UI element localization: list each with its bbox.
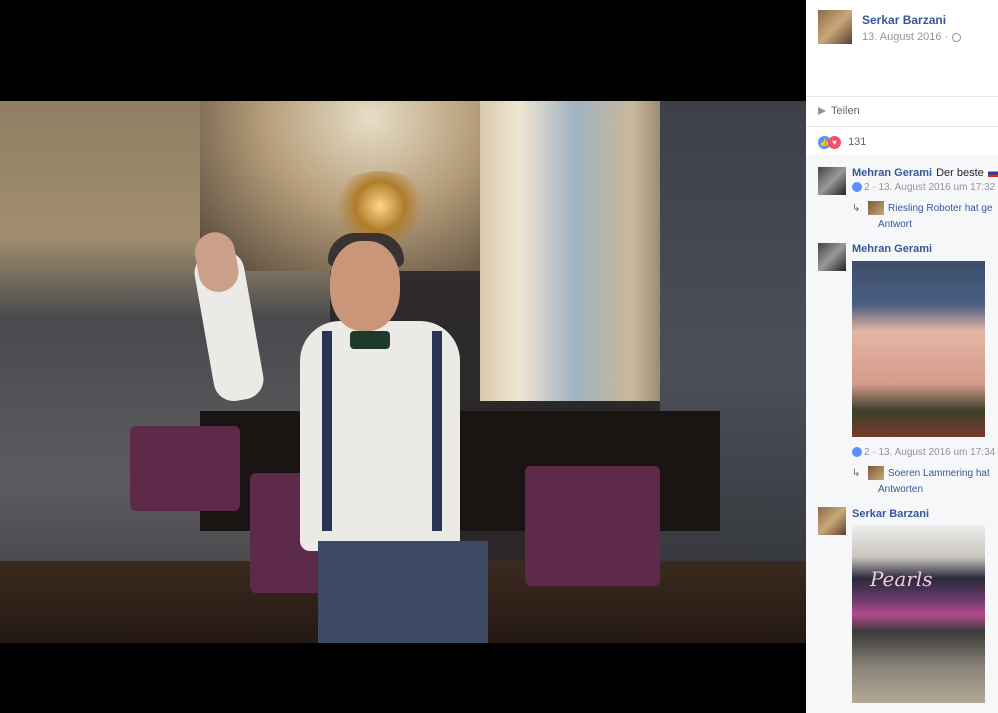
globe-icon	[952, 32, 962, 42]
main-photo[interactable]	[0, 101, 806, 643]
photo-bartender	[191, 229, 520, 643]
comment-like-count: 2	[864, 182, 870, 193]
reply-text-line2: Antwort	[878, 219, 912, 230]
reply-avatar	[868, 466, 884, 481]
comments-list: Mehran Gerami Der beste 2 · 13. August 20…	[806, 155, 998, 713]
comment-photo[interactable]	[852, 261, 985, 437]
like-icon	[852, 447, 862, 458]
photo-raised-arm	[191, 229, 267, 405]
photo-head	[330, 241, 400, 331]
reply-text: Riesling Roboter hat ge	[888, 203, 993, 214]
share-button[interactable]: Teilen	[818, 105, 860, 117]
comment-text: Der beste	[936, 167, 984, 179]
comment-timestamp[interactable]: 13. August 2016 um 17:34	[878, 447, 995, 458]
divider	[806, 96, 998, 97]
photo-bowtie	[350, 331, 390, 349]
photo-viewer	[0, 0, 806, 713]
post-date-text: 13. August 2016 ·	[862, 31, 949, 43]
view-replies-link[interactable]: ↳ Riesling Roboter hat ge Antwort	[852, 201, 998, 233]
photo-suspender	[322, 331, 332, 531]
reply-arrow-icon: ↳	[852, 468, 861, 479]
love-icon: ♥	[828, 136, 841, 149]
photo-pants	[318, 541, 488, 643]
reply-text-line2: Antworten	[878, 484, 924, 495]
author-avatar[interactable]	[818, 10, 852, 44]
reply-arrow-icon: ↳	[852, 203, 861, 214]
photo-bar-stool	[525, 466, 660, 586]
share-arrow-icon	[818, 107, 826, 116]
comment-photo[interactable]: Pearls	[852, 525, 985, 703]
commenter-avatar[interactable]	[818, 243, 846, 271]
reply-avatar	[868, 201, 884, 216]
comment-author[interactable]: Mehran Gerami Der beste	[852, 167, 998, 179]
comment-author[interactable]: Mehran Gerami	[852, 243, 932, 255]
post-sidebar: Serkar Barzani 13. August 2016 · Teilen …	[806, 0, 998, 713]
reactions-summary[interactable]: 👍 ♥ 131	[818, 136, 866, 149]
post-header: Serkar Barzani 13. August 2016 ·	[818, 10, 998, 50]
comment-author-name: Mehran Gerami	[852, 167, 933, 179]
comment-author[interactable]: Serkar Barzani	[852, 508, 929, 520]
author-name[interactable]: Serkar Barzani	[862, 13, 946, 27]
view-replies-link[interactable]: ↳ Soeren Lammering hat Antworten	[852, 466, 998, 498]
like-icon	[852, 182, 862, 193]
reply-text: Soeren Lammering hat	[888, 468, 990, 479]
comment-timestamp[interactable]: 13. August 2016 um 17:32	[878, 182, 995, 193]
photo-suspender	[432, 331, 442, 531]
share-label: Teilen	[831, 105, 860, 117]
post-date[interactable]: 13. August 2016 ·	[862, 31, 962, 43]
commenter-avatar[interactable]	[818, 507, 846, 535]
comment-meta: 2 · 13. August 2016 um 17:32	[852, 182, 995, 193]
commenter-avatar[interactable]	[818, 167, 846, 195]
photo-hand	[191, 229, 242, 296]
comment-meta: 2 · 13. August 2016 um 17:34	[852, 447, 995, 458]
photo-sign-text: Pearls	[870, 567, 933, 591]
divider	[806, 126, 998, 127]
russia-flag-icon	[987, 169, 998, 178]
comment-like-count: 2	[864, 447, 870, 458]
reaction-count: 131	[848, 136, 867, 149]
